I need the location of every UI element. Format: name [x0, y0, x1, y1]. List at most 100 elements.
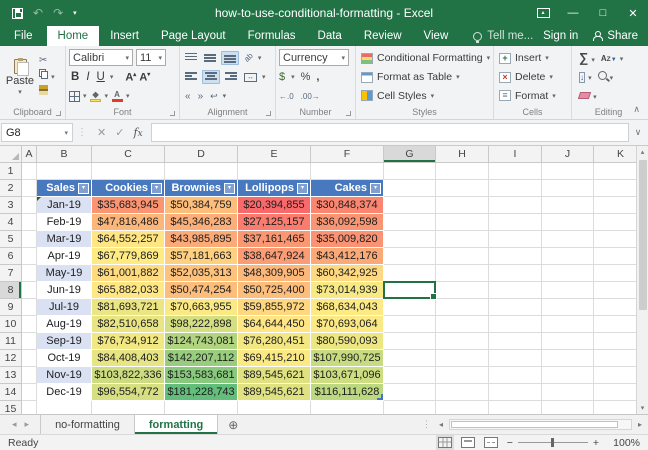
font-dialog-launcher-icon[interactable] — [170, 111, 175, 116]
cell-I9[interactable] — [489, 299, 542, 316]
merge-center-button[interactable]: ↔ — [242, 72, 259, 83]
ribbon-display-options-icon[interactable]: ▴ — [528, 0, 558, 26]
cell-A6[interactable] — [22, 248, 37, 265]
cell-F10[interactable]: $70,693,064 — [311, 316, 384, 333]
cell-G4[interactable] — [384, 214, 436, 231]
filter-button-lollipops[interactable]: ▾ — [297, 183, 308, 194]
cell-H15[interactable] — [436, 401, 489, 414]
cell-H1[interactable] — [436, 163, 489, 180]
row-header-12[interactable]: 12 — [0, 350, 22, 367]
cell-C14[interactable]: $96,554,772 — [92, 384, 165, 401]
cell-I13[interactable] — [489, 367, 542, 384]
cell-I6[interactable] — [489, 248, 542, 265]
cell-F1[interactable] — [311, 163, 384, 180]
cell-G11[interactable] — [384, 333, 436, 350]
cell-J7[interactable] — [542, 265, 594, 282]
cell-H4[interactable] — [436, 214, 489, 231]
increase-decimal-button[interactable]: ←.0 — [279, 92, 294, 101]
cell-B8[interactable]: Jun-19 — [37, 282, 92, 299]
align-top-button[interactable] — [183, 52, 199, 64]
row-header-11[interactable]: 11 — [0, 333, 22, 350]
find-select-button[interactable]: ▾ — [598, 71, 614, 83]
cell-J1[interactable] — [542, 163, 594, 180]
sheet-tab-no-formatting[interactable]: no-formatting — [40, 415, 135, 434]
sort-filter-button[interactable]: AZ▼ ▾ — [601, 52, 623, 64]
delete-button[interactable]: ×Delete▾ — [497, 69, 568, 86]
cell-B11[interactable]: Sep-19 — [37, 333, 92, 350]
maximize-icon[interactable]: □ — [588, 0, 618, 26]
cell-E15[interactable] — [238, 401, 311, 414]
tab-page-layout[interactable]: Page Layout — [150, 26, 237, 46]
cell-D11[interactable]: $124,743,081 — [165, 333, 238, 350]
cell-F9[interactable]: $68,634,043 — [311, 299, 384, 316]
cell-F8[interactable]: $73,014,939 — [311, 282, 384, 299]
cell-D9[interactable]: $70,663,955 — [165, 299, 238, 316]
cell-E11[interactable]: $76,280,451 — [238, 333, 311, 350]
clipboard-dialog-launcher-icon[interactable] — [56, 111, 61, 116]
cancel-formula-icon[interactable]: ✕ — [97, 126, 106, 139]
cell-J8[interactable] — [542, 282, 594, 299]
cell-A3[interactable] — [22, 197, 37, 214]
cell-C13[interactable]: $103,822,336 — [92, 367, 165, 384]
close-icon[interactable]: ✕ — [618, 0, 648, 26]
cell-D10[interactable]: $98,222,898 — [165, 316, 238, 333]
column-header-I[interactable]: I — [489, 146, 542, 163]
row-header-5[interactable]: 5 — [0, 231, 22, 248]
cell-E3[interactable]: $20,394,855 — [238, 197, 311, 214]
cell-I8[interactable] — [489, 282, 542, 299]
cell-J2[interactable] — [542, 180, 594, 197]
cell-C2[interactable]: Cookies▾ — [92, 180, 165, 197]
vertical-scroll-thumb[interactable] — [639, 160, 647, 310]
cell-A8[interactable] — [22, 282, 37, 299]
cell-E5[interactable]: $37,161,465 — [238, 231, 311, 248]
cell-C6[interactable]: $67,779,869 — [92, 248, 165, 265]
autosum-button[interactable]: ∑ ▾ — [579, 51, 595, 65]
cell-H5[interactable] — [436, 231, 489, 248]
italic-button[interactable]: I — [84, 71, 91, 83]
cell-styles-button[interactable]: Cell Styles▾ — [359, 87, 490, 104]
cell-B1[interactable] — [37, 163, 92, 180]
cell-D15[interactable] — [165, 401, 238, 414]
increase-font-size-button[interactable]: A▴ — [125, 71, 136, 84]
customize-quick-access-icon[interactable]: ▾ — [73, 9, 77, 17]
cell-G1[interactable] — [384, 163, 436, 180]
cell-B15[interactable] — [37, 401, 92, 414]
cell-B4[interactable]: Feb-19 — [37, 214, 92, 231]
name-box-caret-icon[interactable]: ▾ — [64, 129, 68, 137]
cell-H12[interactable] — [436, 350, 489, 367]
row-header-7[interactable]: 7 — [0, 265, 22, 282]
cell-E4[interactable]: $27,125,157 — [238, 214, 311, 231]
cell-F3[interactable]: $30,848,374 — [311, 197, 384, 214]
cell-D6[interactable]: $57,181,663 — [165, 248, 238, 265]
cell-D12[interactable]: $142,207,112 — [165, 350, 238, 367]
cell-H13[interactable] — [436, 367, 489, 384]
cell-I4[interactable] — [489, 214, 542, 231]
zoom-out-icon[interactable]: − — [507, 437, 513, 449]
scroll-down-icon[interactable]: ▾ — [641, 402, 645, 414]
cell-A9[interactable] — [22, 299, 37, 316]
next-sheet-icon[interactable]: ▸ — [25, 419, 30, 430]
format-button[interactable]: ≡Format▾ — [497, 87, 568, 104]
row-header-2[interactable]: 2 — [0, 180, 22, 197]
percent-style-button[interactable]: % — [301, 71, 311, 83]
bold-button[interactable]: B — [69, 71, 81, 83]
cell-I3[interactable] — [489, 197, 542, 214]
row-header-1[interactable]: 1 — [0, 163, 22, 180]
format-painter-button[interactable] — [39, 85, 55, 98]
cell-E8[interactable]: $50,725,400 — [238, 282, 311, 299]
share-button[interactable]: Share — [592, 30, 638, 42]
enter-formula-icon[interactable]: ✓ — [115, 126, 124, 139]
cell-B12[interactable]: Oct-19 — [37, 350, 92, 367]
selected-cell-outline[interactable] — [383, 281, 436, 299]
cell-H14[interactable] — [436, 384, 489, 401]
cell-E13[interactable]: $89,545,621 — [238, 367, 311, 384]
cell-C15[interactable] — [92, 401, 165, 414]
zoom-level[interactable]: 100% — [608, 437, 640, 449]
cell-A2[interactable] — [22, 180, 37, 197]
row-header-13[interactable]: 13 — [0, 367, 22, 384]
scroll-up-icon[interactable]: ▴ — [641, 146, 645, 158]
cell-H11[interactable] — [436, 333, 489, 350]
cell-D14[interactable]: $181,228,743 — [165, 384, 238, 401]
cell-A5[interactable] — [22, 231, 37, 248]
cell-C10[interactable]: $82,510,658 — [92, 316, 165, 333]
